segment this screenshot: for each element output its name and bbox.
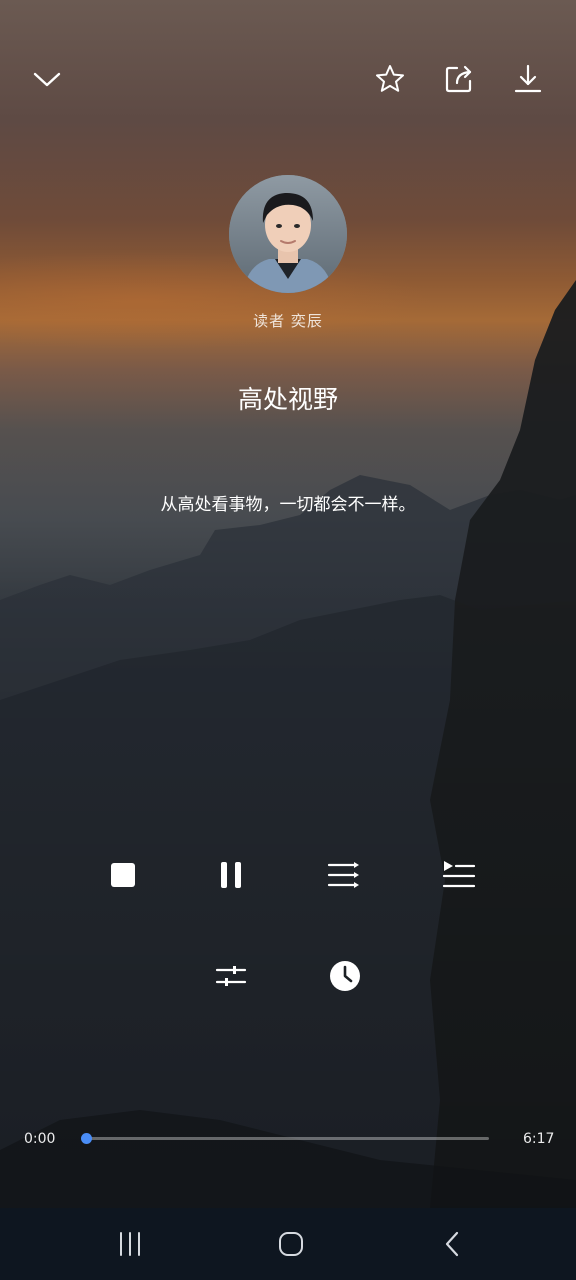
stop-button[interactable] (95, 847, 151, 903)
clock-icon (330, 961, 360, 991)
track-title: 高处视野 (237, 385, 338, 414)
reader-avatar (229, 175, 347, 293)
playlist-button[interactable] (316, 847, 372, 903)
download-icon[interactable] (504, 55, 552, 103)
bottom-scrim (0, 560, 576, 1208)
system-navigation-bar (0, 1208, 576, 1280)
recent-apps-icon (120, 1232, 140, 1256)
top-bar (0, 50, 576, 110)
elapsed-time: 0:00 (24, 1131, 56, 1147)
sleep-timer-button[interactable] (317, 948, 373, 1004)
stop-icon (111, 863, 135, 887)
play-queue-icon (442, 861, 476, 888)
chevron-down-icon[interactable] (23, 55, 71, 103)
play-queue-button[interactable] (431, 847, 487, 903)
progress-track[interactable] (86, 1137, 489, 1140)
track-description: 从高处看事物，一切都会不一样。 (160, 495, 416, 515)
recent-apps-button[interactable] (102, 1220, 158, 1268)
share-icon[interactable] (435, 55, 483, 103)
reader-label: 读者 奕辰 (253, 312, 323, 330)
home-icon (279, 1232, 303, 1256)
audio-settings-button[interactable] (203, 948, 259, 1004)
back-icon (445, 1231, 459, 1257)
equalizer-icon (215, 966, 247, 986)
total-time: 6:17 (523, 1131, 555, 1147)
pause-icon (221, 862, 241, 888)
progress-thumb[interactable] (81, 1133, 92, 1144)
playlist-icon (327, 862, 359, 888)
back-button[interactable] (425, 1220, 481, 1268)
home-button[interactable] (263, 1220, 319, 1268)
star-icon[interactable] (366, 55, 414, 103)
pause-button[interactable] (203, 847, 259, 903)
